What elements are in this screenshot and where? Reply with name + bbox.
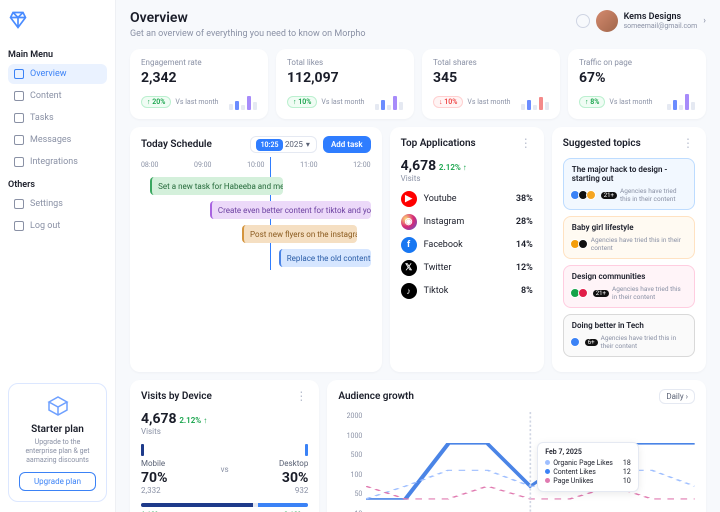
- top-apps-value: 4,678: [401, 158, 437, 174]
- user-email: someemail@gmail.com: [624, 22, 698, 30]
- stat-card: Total likes112,097↑ 10%Vs last month: [276, 49, 414, 119]
- audience-growth-card: Audience growth Daily › 2000100050010050…: [327, 380, 706, 512]
- schedule-task[interactable]: Replace the old content: [279, 249, 371, 267]
- page-header: Overview Get an overview of everything y…: [130, 10, 706, 39]
- nav-icon: [14, 199, 24, 209]
- sidebar: Main Menu OverviewContentTasksMessagesIn…: [0, 0, 116, 512]
- page-subtitle: Get an overview of everything you need t…: [130, 29, 366, 39]
- time-marker: 10:25: [256, 139, 284, 151]
- instagram-icon: ◉: [401, 214, 417, 230]
- growth-title: Audience growth: [338, 391, 414, 402]
- sidebar-item-content[interactable]: Content: [8, 86, 107, 106]
- nav-icon: [14, 221, 24, 231]
- more-icon[interactable]: ⋮: [520, 136, 533, 150]
- nav-icon: [14, 157, 24, 167]
- desktop-pct: 30%: [239, 470, 309, 486]
- plan-desc: Upgrade to the enterprise plan & get aam…: [19, 438, 96, 465]
- nav-icon: [14, 113, 24, 123]
- main-content: Overview Get an overview of everything y…: [116, 0, 720, 512]
- chevron-right-icon[interactable]: ›: [703, 16, 706, 26]
- app-row[interactable]: ♪Tiktok8%: [401, 283, 533, 299]
- desktop-label: Desktop: [239, 459, 309, 468]
- upgrade-plan-card: Starter plan Upgrade to the enterprise p…: [8, 383, 107, 502]
- app-row[interactable]: 𝕏Twitter12%: [401, 260, 533, 276]
- topic-card[interactable]: Design communities21+Agencies have tried…: [563, 265, 695, 308]
- stat-card: Total shares345↓ 10%Vs last month: [422, 49, 560, 119]
- nav-icon: [14, 69, 24, 79]
- trend-pill: ↓ 10%: [433, 96, 463, 108]
- visits-title: Visits by Device: [141, 391, 212, 402]
- sidebar-item-overview[interactable]: Overview: [8, 64, 107, 84]
- topic-card[interactable]: The major hack to design - starting out2…: [563, 158, 695, 210]
- stats-row: Engagement rate2,342↑ 20%Vs last monthTo…: [130, 49, 706, 119]
- topics-title: Suggested topics: [563, 138, 641, 149]
- youtube-icon: ▶: [401, 191, 417, 207]
- more-icon[interactable]: ⋮: [295, 389, 308, 403]
- sidebar-section-main: Main Menu: [8, 50, 107, 60]
- more-icon[interactable]: ⋮: [682, 136, 695, 150]
- mobile-pct: 70%: [141, 470, 211, 486]
- avatar[interactable]: [596, 10, 618, 32]
- user-name: Kems Designs: [624, 12, 698, 22]
- app-row[interactable]: ▶Youtube38%: [401, 191, 533, 207]
- trend-pill: ↑ 20%: [141, 96, 171, 108]
- top-applications-card: Top Applications ⋮ 4,678 2.12% ↑ Visits …: [390, 127, 544, 372]
- chevron-down-icon: ▾: [306, 140, 310, 149]
- page-title: Overview: [130, 10, 366, 26]
- app-row[interactable]: fFacebook14%: [401, 237, 533, 253]
- nav-icon: [14, 91, 24, 101]
- schedule-task[interactable]: Post new flyers on the instagram page: [242, 225, 357, 243]
- sidebar-item-messages[interactable]: Messages: [8, 130, 107, 150]
- mobile-count: 2,332: [141, 486, 211, 495]
- topic-card[interactable]: Doing better in Tech6+Agencies have trie…: [563, 314, 695, 357]
- top-apps-sub: Visits: [401, 174, 533, 183]
- device-split-bar: [141, 503, 308, 507]
- visits-delta: 2.12% ↑: [179, 416, 207, 425]
- sidebar-item-settings[interactable]: Settings: [8, 194, 107, 214]
- app-logo: [8, 10, 28, 30]
- schedule-task[interactable]: Set a new task for Habeeba and message h…: [150, 177, 283, 195]
- schedule-task[interactable]: Create even better content for tiktok an…: [210, 201, 371, 219]
- mobile-label: Mobile: [141, 459, 211, 468]
- stat-card: Traffic on page67%↑ 8%Vs last month: [568, 49, 706, 119]
- package-icon: [46, 394, 70, 418]
- visits-sub: Visits: [141, 427, 308, 436]
- spark-bars: [667, 92, 695, 110]
- sidebar-item-tasks[interactable]: Tasks: [8, 108, 107, 128]
- schedule-title: Today Schedule: [141, 139, 212, 150]
- trend-pill: ↑ 8%: [579, 96, 605, 108]
- spark-bars: [521, 92, 549, 110]
- sidebar-item-integrations[interactable]: Integrations: [8, 152, 107, 172]
- add-task-button[interactable]: Add task: [323, 136, 371, 153]
- vs-label: vs: [221, 465, 229, 474]
- visits-by-device-card: Visits by Device ⋮ 4,678 2.12% ↑ Visits …: [130, 380, 319, 512]
- facebook-icon: f: [401, 237, 417, 253]
- desktop-count: 932: [239, 486, 309, 495]
- spark-bars: [375, 92, 403, 110]
- spark-bars: [229, 92, 257, 110]
- top-apps-title: Top Applications: [401, 138, 476, 149]
- period-selector[interactable]: Daily ›: [659, 389, 695, 404]
- plan-title: Starter plan: [19, 424, 96, 435]
- twitter-icon: 𝕏: [401, 260, 417, 276]
- top-apps-delta: 2.12% ↑: [439, 163, 467, 172]
- suggested-topics-card: Suggested topics ⋮ The major hack to des…: [552, 127, 706, 372]
- tiktok-icon: ♪: [401, 283, 417, 299]
- trend-pill: ↑ 10%: [287, 96, 317, 108]
- today-schedule-card: Today Schedule Jan 12, 2025 ▾ Add task 0…: [130, 127, 382, 372]
- visits-value: 4,678: [141, 411, 177, 427]
- upgrade-plan-button[interactable]: Upgrade plan: [19, 472, 96, 491]
- desktop-bar-icon: [305, 444, 308, 456]
- bell-icon[interactable]: [576, 14, 590, 28]
- nav-icon: [14, 135, 24, 145]
- sidebar-item-log-out[interactable]: Log out: [8, 216, 107, 236]
- mobile-bar-icon: [141, 444, 144, 456]
- header-user[interactable]: Kems Designs someemail@gmail.com ›: [576, 10, 706, 32]
- chart-tooltip: Feb 7, 2025 Organic Page Likes18Content …: [537, 442, 639, 492]
- topic-card[interactable]: Baby girl lifestyleAgencies have tried t…: [563, 216, 695, 259]
- growth-chart: 200010005001005010 Feb 7, 2025 Organic P…: [338, 412, 695, 512]
- app-row[interactable]: ◉Instagram28%: [401, 214, 533, 230]
- stat-card: Engagement rate2,342↑ 20%Vs last month: [130, 49, 268, 119]
- sidebar-section-others: Others: [8, 180, 107, 190]
